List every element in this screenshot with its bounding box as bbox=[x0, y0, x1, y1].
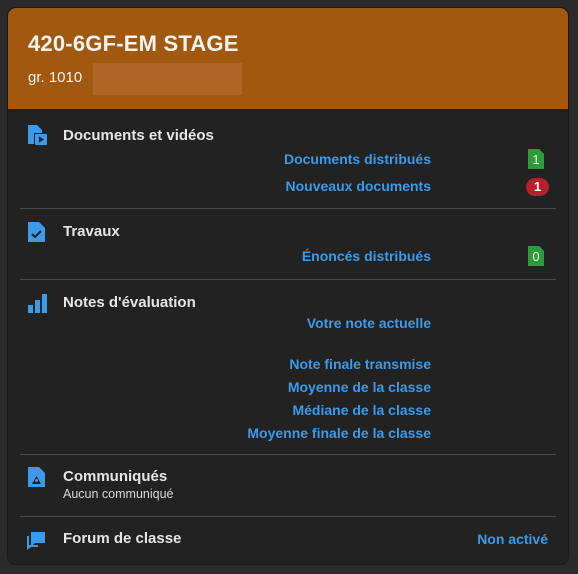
current-grade-link[interactable]: Votre note actuelle bbox=[307, 315, 431, 331]
class-average-link[interactable]: Moyenne de la classe bbox=[288, 379, 431, 395]
statements-distributed-link[interactable]: Énoncés distribués bbox=[302, 248, 431, 264]
statements-count-badge: 0 bbox=[528, 246, 544, 266]
forum-status-link[interactable]: Non activé bbox=[477, 531, 548, 547]
announcement-icon bbox=[26, 466, 48, 488]
section-title: Communiqués bbox=[63, 468, 168, 485]
new-documents-link[interactable]: Nouveaux documents bbox=[286, 178, 431, 194]
final-class-average-link[interactable]: Moyenne finale de la classe bbox=[247, 425, 431, 441]
group-label: gr. 1010 bbox=[28, 69, 83, 86]
new-count-badge: 1 bbox=[526, 178, 549, 196]
bar-chart-icon bbox=[26, 292, 48, 314]
section-travaux: Travaux Énoncés distribués 0 bbox=[20, 209, 556, 280]
section-title: Notes d'évaluation bbox=[63, 294, 196, 311]
course-header[interactable]: 420-6GF-EM STAGE gr. 1010 bbox=[8, 8, 568, 109]
course-card: 420-6GF-EM STAGE gr. 1010 Documents et v… bbox=[8, 8, 568, 564]
section-title: Travaux bbox=[63, 223, 120, 240]
section-forum: Forum de classe Non activé bbox=[20, 517, 556, 562]
section-documents: Documents et vidéos Documents distribués… bbox=[20, 109, 556, 209]
section-notes: Notes d'évaluation Votre note actuelle N… bbox=[20, 280, 556, 455]
documents-distributed-link[interactable]: Documents distribués bbox=[284, 151, 431, 167]
course-title[interactable]: 420-6GF-EM STAGE bbox=[28, 31, 239, 57]
distributed-count-badge: 1 bbox=[528, 149, 544, 169]
class-median-link[interactable]: Médiane de la classe bbox=[292, 402, 431, 418]
section-communiques: Communiqués Aucun communiqué bbox=[20, 455, 556, 517]
no-announcement-text: Aucun communiqué bbox=[63, 487, 174, 501]
final-grade-link[interactable]: Note finale transmise bbox=[289, 356, 431, 372]
redacted-block bbox=[93, 63, 242, 95]
forum-chat-icon bbox=[26, 529, 48, 551]
section-title: Forum de classe bbox=[63, 530, 182, 547]
section-title: Documents et vidéos bbox=[63, 127, 214, 144]
video-document-icon bbox=[26, 124, 48, 146]
assignment-check-icon bbox=[26, 221, 48, 243]
